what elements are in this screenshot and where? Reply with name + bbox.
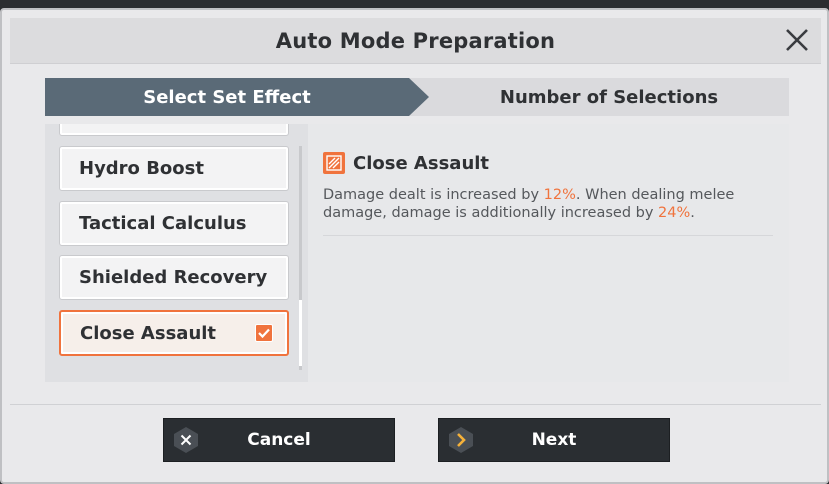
list-item-label: Tactical Calculus — [79, 213, 247, 234]
selected-checkbox[interactable] — [255, 324, 273, 342]
list-item-close-assault[interactable]: Close Assault — [59, 310, 289, 356]
list-item-label: Close Assault — [80, 322, 217, 344]
set-effect-list[interactable]: Hydro Boost Tactical Calculus Shielded R… — [59, 124, 293, 372]
cancel-button-label: Cancel — [247, 430, 311, 450]
list-item-partial[interactable] — [59, 124, 289, 136]
checkmark-icon — [258, 328, 270, 339]
detail-panel: Close Assault Damage dealt is increased … — [308, 124, 789, 382]
list-scrollbar-thumb[interactable] — [299, 300, 302, 366]
close-icon — [786, 29, 808, 51]
list-item-label: Shielded Recovery — [79, 267, 268, 288]
tab-number-of-selections[interactable]: Number of Selections — [429, 78, 789, 116]
tab-bar: Select Set Effect Number of Selections — [45, 78, 789, 116]
next-button-label: Next — [531, 430, 577, 450]
desc-value-2: 24% — [658, 205, 691, 221]
detail-divider — [323, 235, 773, 236]
close-assault-icon — [323, 152, 345, 174]
dialog-titlebar: Auto Mode Preparation — [10, 18, 821, 64]
next-button[interactable]: Next — [438, 418, 670, 462]
detail-title: Close Assault — [353, 152, 490, 174]
close-button[interactable] — [779, 22, 815, 58]
cancel-button[interactable]: Cancel — [163, 418, 395, 462]
list-item-tactical-calculus[interactable]: Tactical Calculus — [59, 201, 289, 246]
list-item-label: Hydro Boost — [79, 158, 204, 179]
desc-text-3: . — [690, 205, 695, 221]
list-item-hydro-boost[interactable]: Hydro Boost — [59, 146, 289, 191]
list-item-shielded-recovery[interactable]: Shielded Recovery — [59, 255, 289, 300]
desc-value-1: 12% — [543, 187, 576, 203]
footer-divider — [10, 404, 821, 405]
detail-header: Close Assault — [323, 152, 489, 174]
chevron-right-icon — [447, 426, 475, 454]
auto-mode-dialog: Auto Mode Preparation Select Set Effect … — [0, 8, 829, 484]
tab-select-set-effect[interactable]: Select Set Effect — [45, 78, 429, 116]
detail-description: Damage dealt is increased by 12%. When d… — [323, 186, 773, 222]
x-icon — [172, 426, 200, 454]
dialog-title: Auto Mode Preparation — [275, 28, 556, 53]
content-panel: Hydro Boost Tactical Calculus Shielded R… — [45, 124, 789, 382]
desc-text-1: Damage dealt is increased by — [323, 187, 544, 203]
